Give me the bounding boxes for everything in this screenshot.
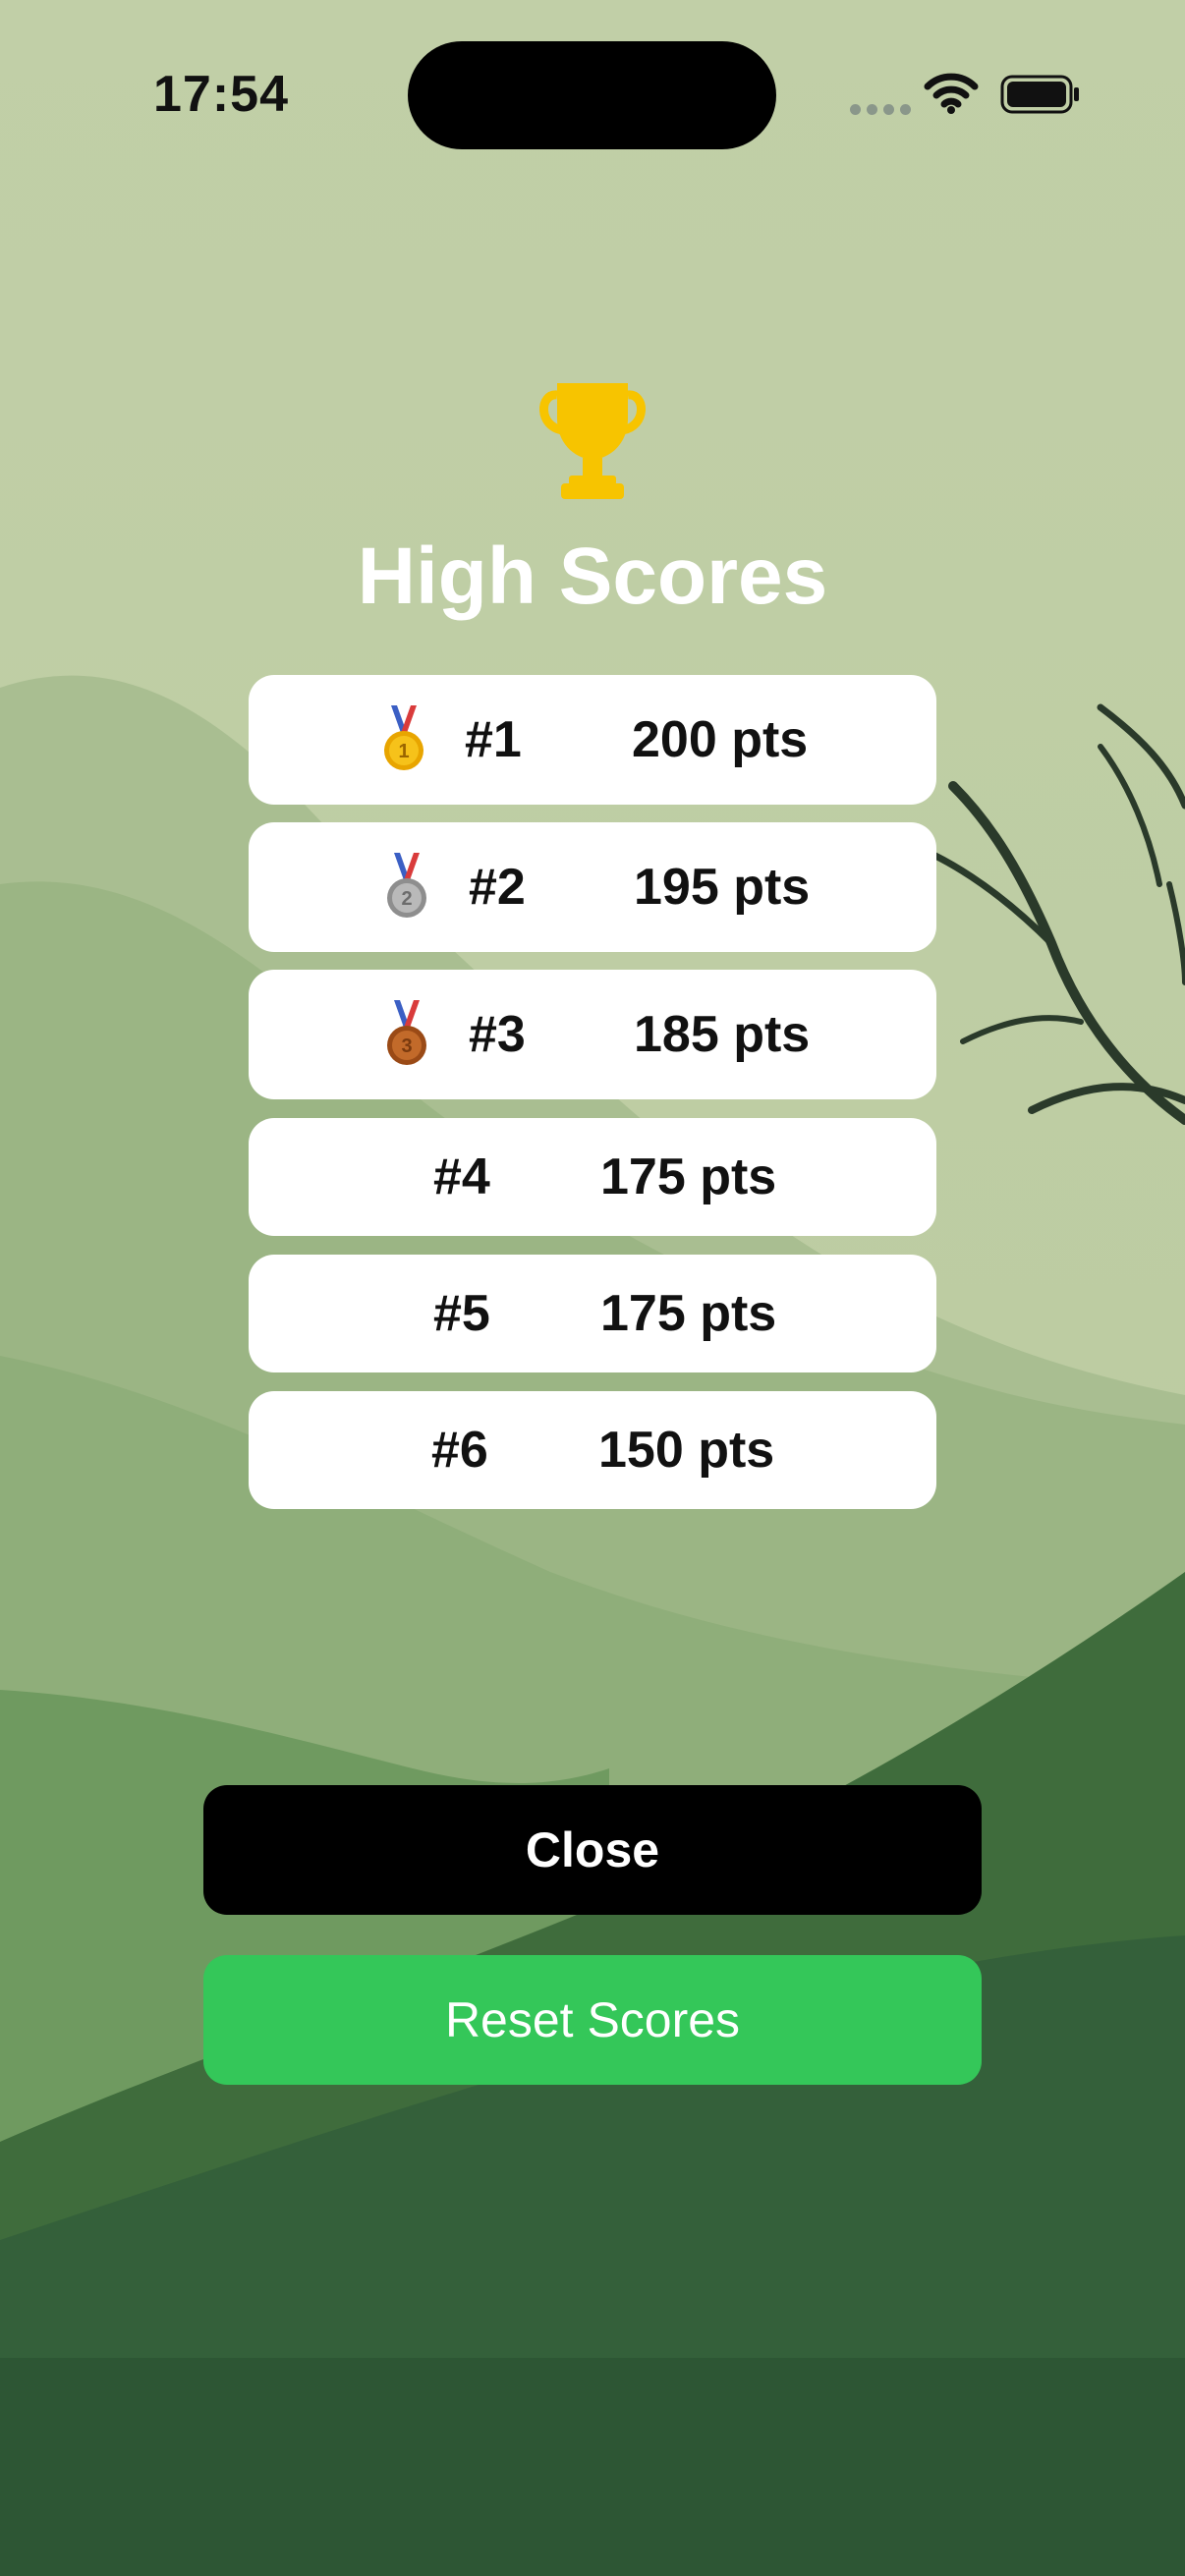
score-row-2: 2 #2 195 pts: [249, 822, 936, 952]
rank-label: #5: [433, 1285, 490, 1342]
score-row-3: 3 #3 185 pts: [249, 970, 936, 1099]
dynamic-island: [408, 41, 776, 149]
points-label: 185 pts: [634, 1006, 811, 1063]
points-label: 150 pts: [598, 1422, 775, 1479]
points-label: 175 pts: [600, 1285, 777, 1342]
score-row-1: 1 #1 200 pts: [249, 675, 936, 805]
trophy-icon: [539, 383, 646, 499]
score-row-6: #6 150 pts: [249, 1391, 936, 1509]
medal-number: 3: [401, 1036, 412, 1057]
score-row-5: #5 175 pts: [249, 1255, 936, 1372]
close-button[interactable]: Close: [203, 1785, 982, 1915]
battery-icon: [1000, 75, 1079, 114]
score-row-4: #4 175 pts: [249, 1118, 936, 1236]
medal-number: 1: [398, 741, 409, 762]
cellular-signal-icon: [850, 102, 917, 120]
wifi-icon: [924, 73, 979, 114]
gold-medal-icon: 1: [384, 705, 423, 770]
reset-scores-button[interactable]: Reset Scores: [203, 1955, 982, 2085]
bronze-medal-icon: 3: [387, 1000, 426, 1065]
points-label: 175 pts: [600, 1148, 777, 1205]
rank-label: #2: [469, 859, 526, 916]
silver-medal-icon: 2: [387, 853, 426, 918]
points-label: 200 pts: [632, 711, 809, 768]
status-time: 17:54: [153, 66, 289, 123]
rank-label: #1: [465, 711, 522, 768]
rank-label: #6: [431, 1422, 488, 1479]
medal-number: 2: [401, 888, 412, 910]
points-label: 195 pts: [634, 859, 811, 916]
rank-label: #3: [469, 1006, 526, 1063]
rank-label: #4: [433, 1148, 490, 1205]
page-title: High Scores: [357, 532, 828, 621]
